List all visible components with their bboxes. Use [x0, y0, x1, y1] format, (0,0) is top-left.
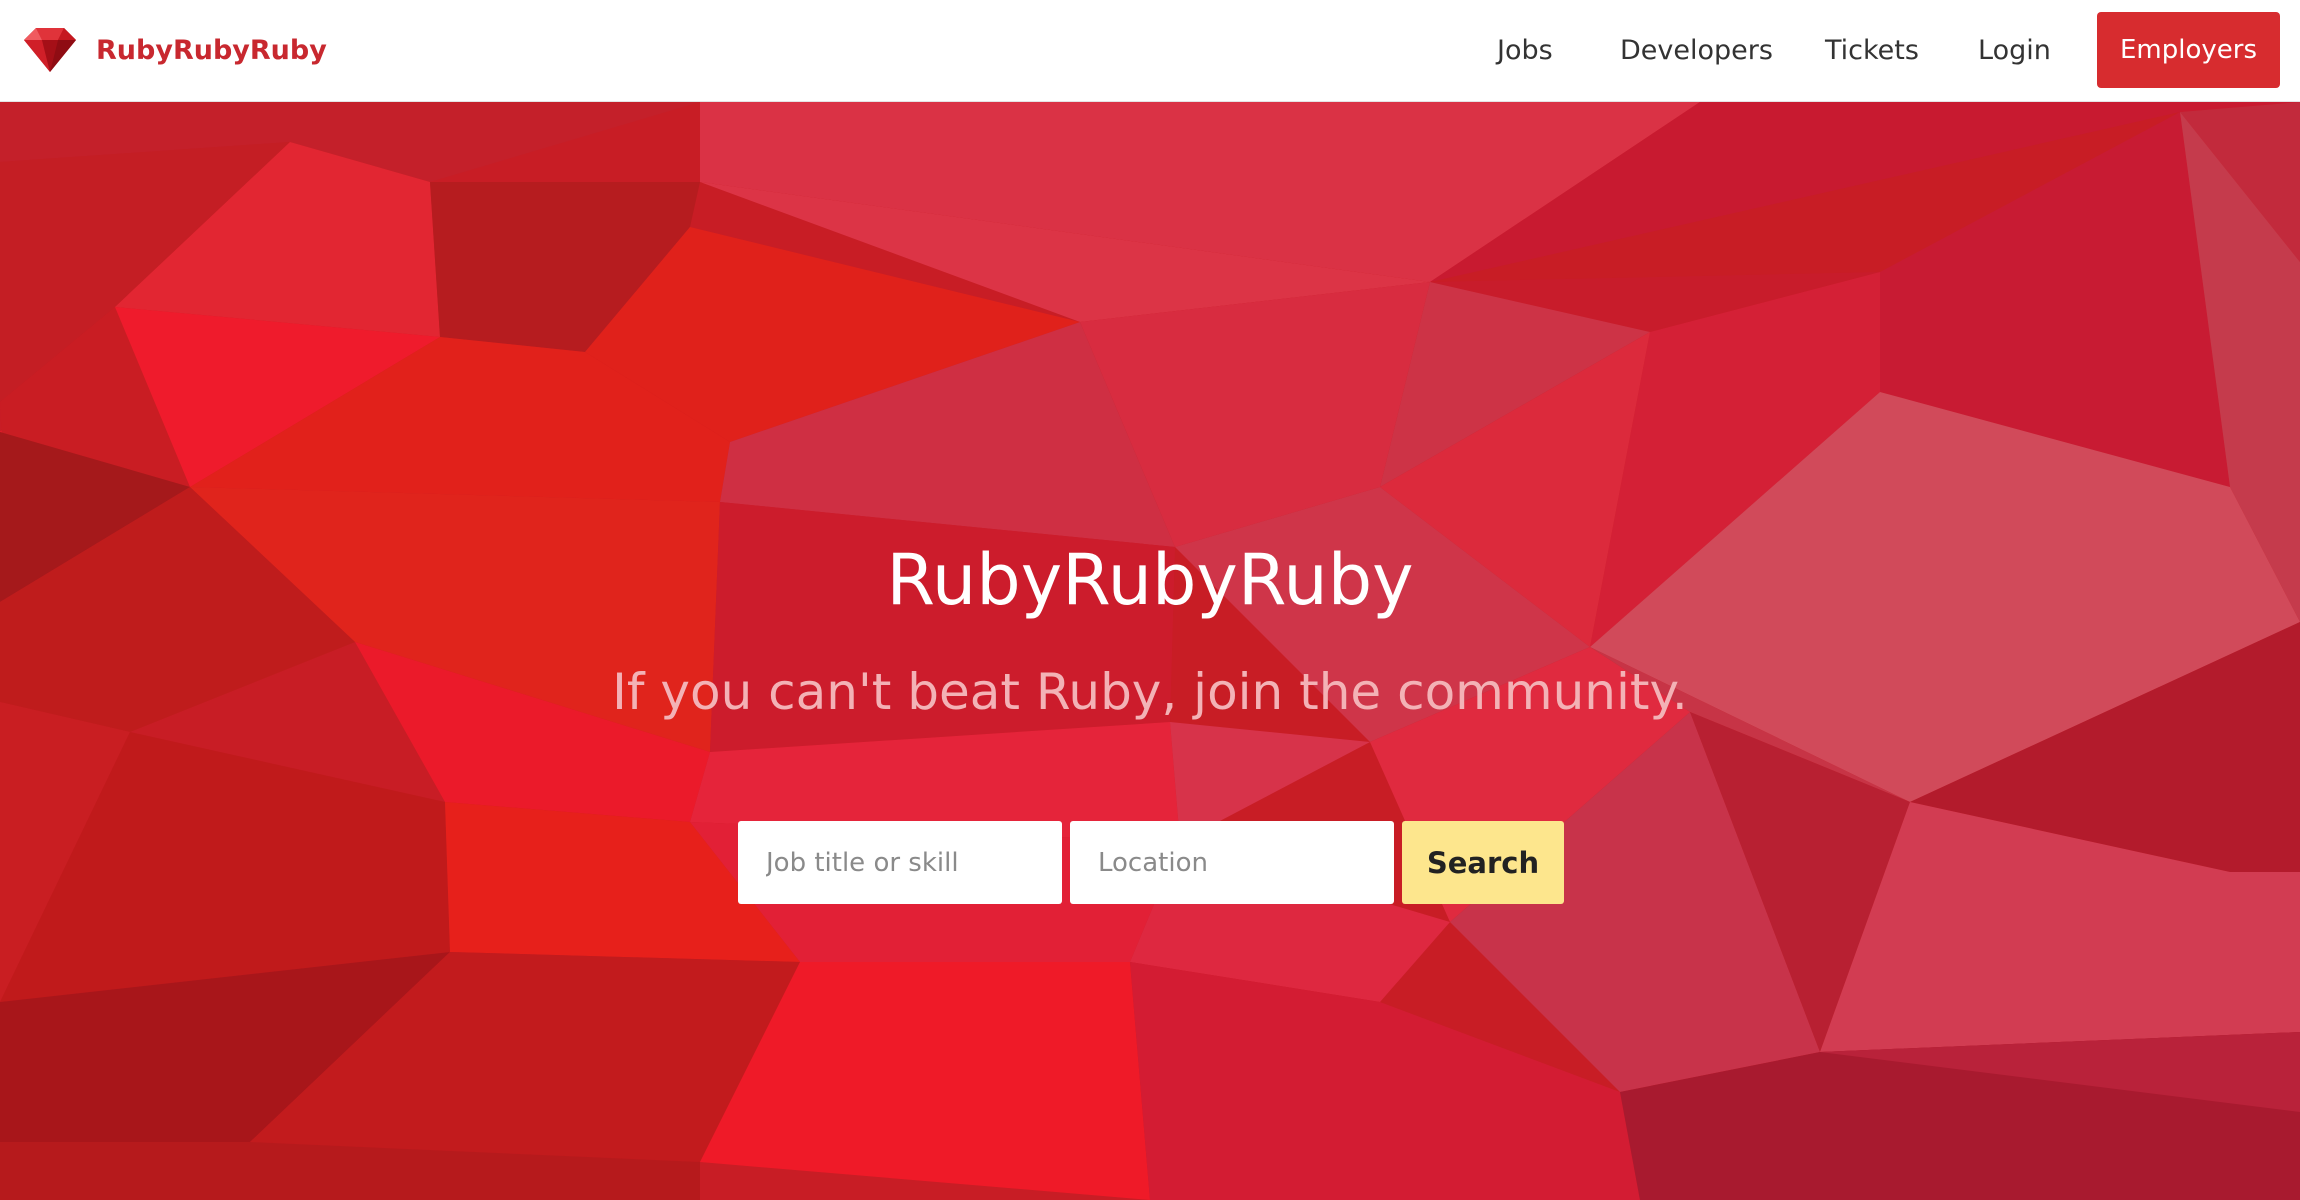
nav-login-link[interactable]: Login	[1978, 30, 2051, 72]
hero-title: RubyRubyRuby	[886, 539, 1414, 621]
top-navbar: RubyRubyRuby Jobs Developers Tickets Log…	[0, 0, 2300, 102]
job-title-input[interactable]	[738, 821, 1062, 904]
nav-jobs-link[interactable]: Jobs	[1497, 30, 1553, 72]
brand-logo-link[interactable]: RubyRubyRuby	[22, 24, 327, 76]
location-input[interactable]	[1070, 821, 1394, 904]
employers-button[interactable]: Employers	[2097, 12, 2280, 88]
low-poly-background	[0, 102, 2300, 1200]
nav-developers-link[interactable]: Developers	[1620, 30, 1773, 72]
brand-name: RubyRubyRuby	[96, 34, 327, 66]
search-button[interactable]: Search	[1402, 821, 1564, 904]
nav-tickets-link[interactable]: Tickets	[1825, 30, 1919, 72]
ruby-gem-icon	[24, 28, 76, 72]
job-search-form: Search	[738, 821, 1564, 904]
hero-tagline: If you can't beat Ruby, join the communi…	[612, 663, 1688, 721]
hero-section: RubyRubyRuby If you can't beat Ruby, joi…	[0, 102, 2300, 1200]
